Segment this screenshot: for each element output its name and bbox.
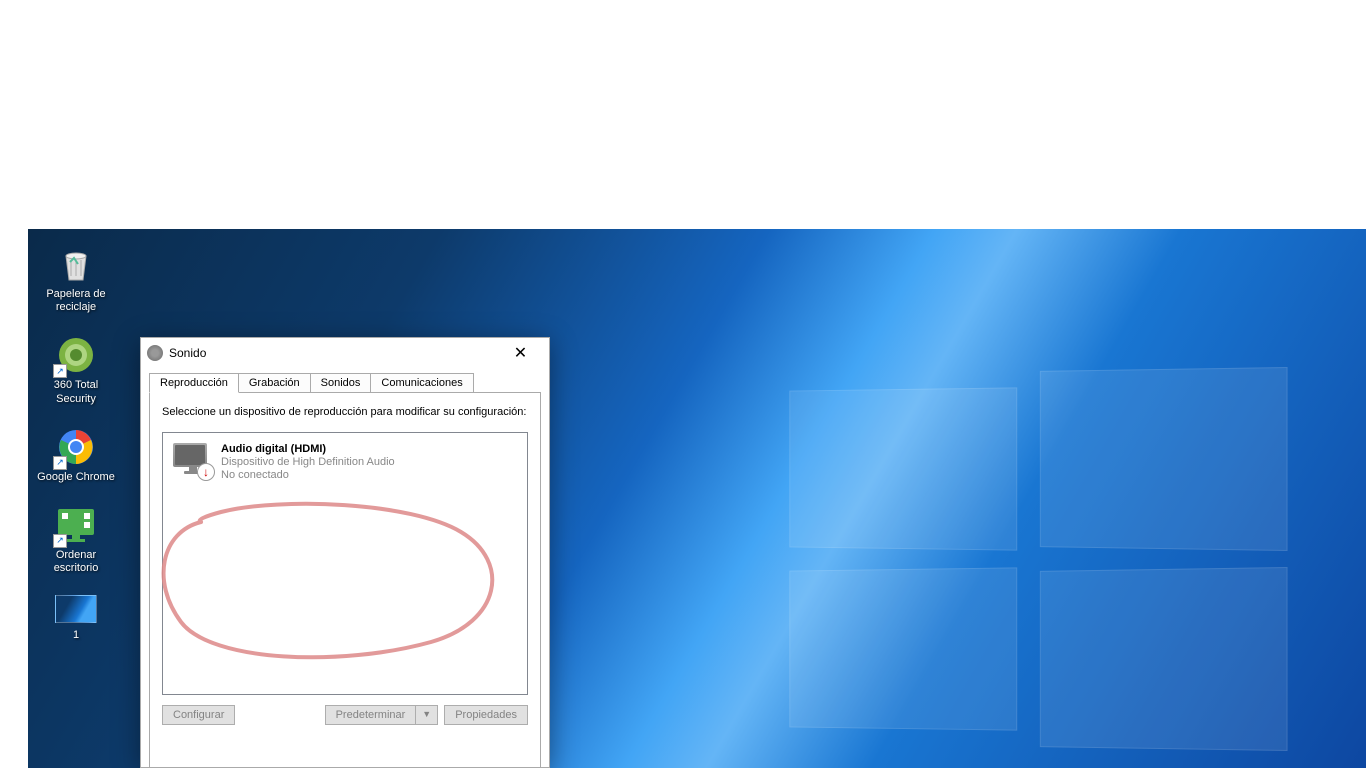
set-default-button[interactable]: Predeterminar ▼ <box>325 705 439 725</box>
device-status: No conectado <box>221 469 517 481</box>
instruction-text: Seleccione un dispositivo de reproducció… <box>162 405 528 420</box>
chevron-down-icon[interactable]: ▼ <box>415 706 437 724</box>
device-list[interactable]: ↓ Audio digital (HDMI) Dispositivo de Hi… <box>162 432 528 695</box>
desktop-icon-thumbnail[interactable]: 1 <box>36 595 116 642</box>
device-item[interactable]: ↓ Audio digital (HDMI) Dispositivo de Hi… <box>167 437 523 487</box>
desktop-icon-chrome[interactable]: ↗ Google Chrome <box>36 426 116 484</box>
desktop-icon-label: 1 <box>73 629 79 642</box>
desktop-icon-label: Google Chrome <box>37 471 115 484</box>
tab-grabacion[interactable]: Grabación <box>238 373 311 393</box>
device-description: Dispositivo de High Definition Audio <box>221 456 517 468</box>
titlebar[interactable]: Sonido ✕ <box>141 338 549 368</box>
tab-comunicaciones[interactable]: Comunicaciones <box>370 373 473 393</box>
screenshot-thumbnail-icon <box>55 595 97 623</box>
close-button[interactable]: ✕ <box>498 339 543 367</box>
device-name: Audio digital (HDMI) <box>221 443 517 455</box>
desktop-icon-label: Ordenar escritorio <box>36 549 116 575</box>
desktop-icon-ordenar[interactable]: ↗ Ordenar escritorio <box>36 504 116 575</box>
tab-content: Seleccione un dispositivo de reproducció… <box>149 392 541 768</box>
close-icon: ✕ <box>514 343 527 363</box>
desktop-icon-360security[interactable]: ↗ 360 Total Security <box>36 334 116 405</box>
monitor-icon: ↓ <box>173 443 213 479</box>
properties-button[interactable]: Propiedades <box>444 705 528 725</box>
desktop-icon-label: 360 Total Security <box>36 379 116 405</box>
shortcut-badge-icon: ↗ <box>53 364 67 378</box>
configure-button[interactable]: Configurar <box>162 705 235 725</box>
window-title: Sonido <box>169 346 498 360</box>
tab-sonidos[interactable]: Sonidos <box>310 373 372 393</box>
tabs-row: Reproducción Grabación Sonidos Comunicac… <box>149 373 541 393</box>
tab-reproduccion[interactable]: Reproducción <box>149 373 239 393</box>
disconnected-badge-icon: ↓ <box>197 463 215 481</box>
sound-icon <box>147 345 163 361</box>
sound-dialog-window: Sonido ✕ Reproducción Grabación Sonidos … <box>140 337 550 768</box>
desktop-icon-label: Papelera de reciclaje <box>36 288 116 314</box>
down-arrow-icon: ↓ <box>203 465 209 479</box>
windows-logo <box>786 369 1286 749</box>
desktop-wallpaper: Papelera de reciclaje ↗ 360 Total Securi… <box>28 229 1366 768</box>
desktop-icon-recyclebin[interactable]: Papelera de reciclaje <box>36 243 116 314</box>
shortcut-badge-icon: ↗ <box>53 456 67 470</box>
shortcut-badge-icon: ↗ <box>53 534 67 548</box>
recyclebin-icon <box>56 244 96 284</box>
